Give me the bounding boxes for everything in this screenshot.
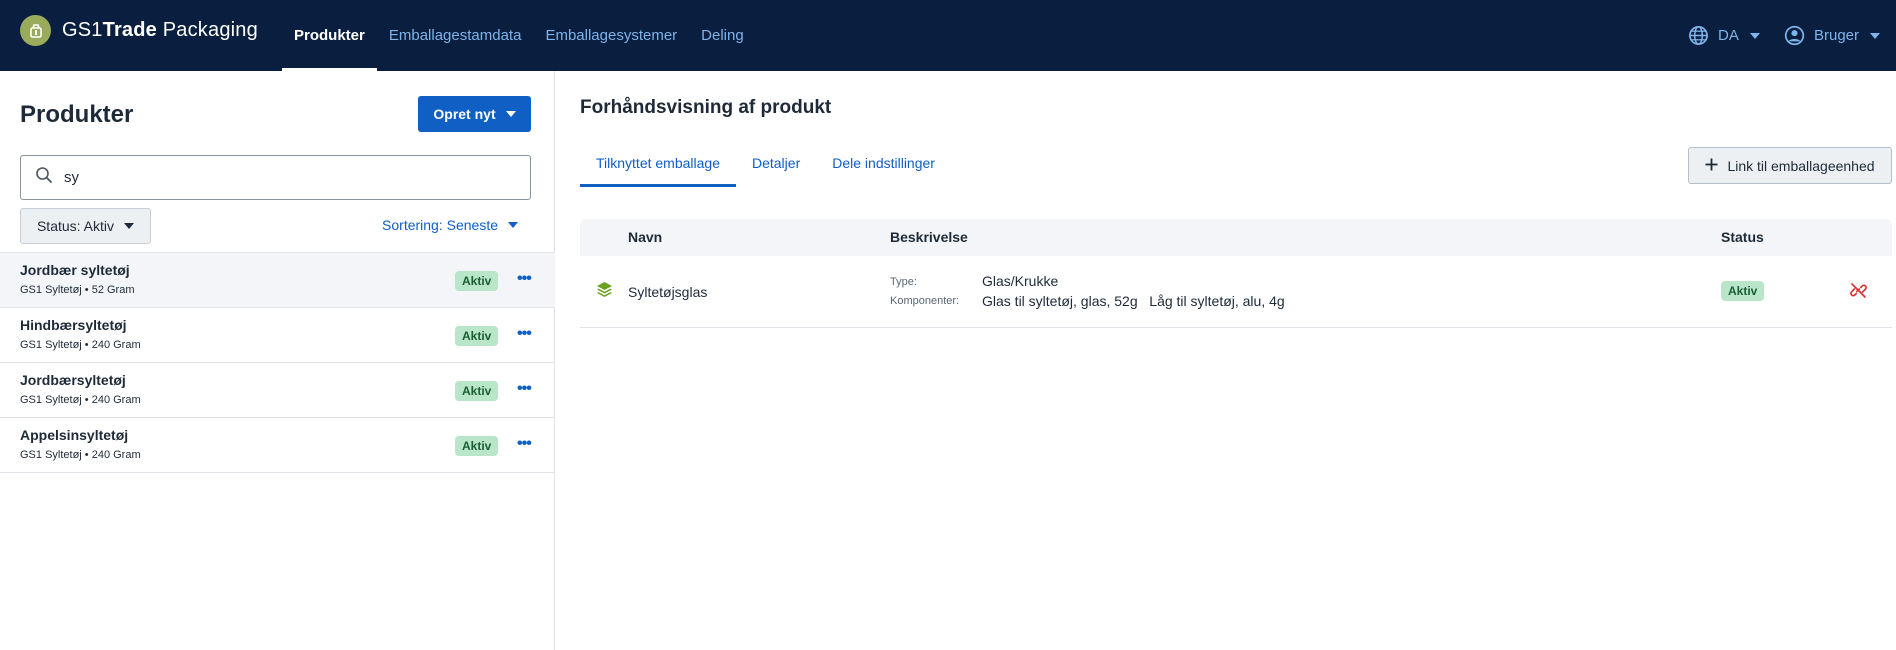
language-selector[interactable]: DA — [1688, 0, 1760, 71]
components-value: Glas til syltetøj, glas, 52g Låg til syl… — [982, 293, 1285, 309]
create-new-button[interactable]: Opret nyt — [418, 96, 531, 132]
search-icon — [35, 166, 53, 189]
product-name: Jordbær syltetøj — [20, 262, 130, 278]
link-packaging-button[interactable]: Link til emballageenhed — [1688, 147, 1892, 184]
status-badge: Aktiv — [1721, 281, 1765, 301]
product-list: Jordbær syltetøj GS1 Syltetøj • 52 Gram … — [0, 252, 555, 473]
packaging-name: Syltetøjsglas — [628, 284, 708, 300]
more-horizontal-icon[interactable]: ••• — [517, 270, 532, 288]
list-item[interactable]: Jordbærsyltetøj GS1 Syltetøj • 240 Gram … — [0, 363, 555, 418]
user-menu[interactable]: Bruger — [1784, 0, 1881, 71]
product-subtitle: GS1 Syltetøj • 240 Gram — [20, 394, 141, 406]
product-name: Appelsinsyltetøj — [20, 427, 129, 443]
type-label: Type: — [890, 276, 917, 288]
app-logo[interactable]: GS1Trade Packaging — [20, 15, 258, 46]
nav-emballagesystemer[interactable]: Emballagesystemer — [533, 0, 689, 71]
logo-suffix: Packaging — [156, 19, 258, 41]
search-input[interactable]: sy — [20, 155, 531, 200]
status-badge: Aktiv — [455, 271, 499, 291]
create-new-label: Opret nyt — [433, 106, 496, 122]
user-icon — [1784, 25, 1805, 46]
top-navigation-bar: GS1Trade Packaging Produkter Emballagest… — [0, 0, 1896, 71]
more-horizontal-icon[interactable]: ••• — [517, 380, 532, 398]
logo-bold: Trade — [102, 19, 157, 41]
link-packaging-label: Link til emballageenhed — [1727, 157, 1875, 174]
preview-tabs: Tilknyttet emballage Detaljer Dele indst… — [580, 145, 951, 187]
more-horizontal-icon[interactable]: ••• — [517, 435, 532, 453]
status-filter-button[interactable]: Status: Aktiv — [20, 208, 151, 244]
sort-dropdown[interactable]: Sortering: Seneste — [382, 217, 518, 233]
column-header-name: Navn — [628, 229, 663, 245]
table-header: Navn Beskrivelse Status — [580, 219, 1892, 256]
main-nav: Produkter Emballagestamdata Emballagesys… — [282, 0, 756, 71]
components-label: Komponenter: — [890, 295, 960, 307]
globe-icon — [1688, 25, 1709, 46]
status-badge: Aktiv — [455, 381, 499, 401]
list-item[interactable]: Jordbær syltetøj GS1 Syltetøj • 52 Gram … — [0, 253, 555, 308]
sort-label: Sortering: Seneste — [382, 217, 498, 233]
nav-deling[interactable]: Deling — [689, 0, 756, 71]
page-title: Produkter — [20, 101, 134, 128]
language-label: DA — [1718, 27, 1739, 44]
product-subtitle: GS1 Syltetøj • 52 Gram — [20, 284, 135, 296]
column-header-description: Beskrivelse — [890, 229, 968, 245]
products-panel: Produkter Opret nyt sy Status: Aktiv Sor… — [0, 71, 555, 650]
status-filter-label: Status: Aktiv — [36, 218, 115, 234]
type-value: Glas/Krukke — [982, 273, 1059, 289]
tab-detaljer[interactable]: Detaljer — [736, 145, 816, 187]
preview-title: Forhåndsvisning af produkt — [580, 97, 832, 118]
chevron-down-icon — [508, 222, 518, 228]
logo-prefix: GS1 — [62, 19, 103, 41]
status-badge: Aktiv — [455, 326, 499, 346]
chevron-down-icon — [1749, 32, 1760, 39]
tab-dele-indstillinger[interactable]: Dele indstillinger — [816, 145, 951, 187]
table-row[interactable]: Syltetøjsglas Type: Glas/Krukke Komponen… — [580, 256, 1892, 328]
list-item[interactable]: Hindbærsyltetøj GS1 Syltetøj • 240 Gram … — [0, 308, 555, 363]
nav-emballagestamdata[interactable]: Emballagestamdata — [377, 0, 534, 71]
gs1-logo-icon — [20, 15, 51, 46]
product-subtitle: GS1 Syltetøj • 240 Gram — [20, 339, 141, 351]
tab-tilknyttet-emballage[interactable]: Tilknyttet emballage — [580, 145, 736, 187]
more-horizontal-icon[interactable]: ••• — [517, 325, 532, 343]
app-name: GS1Trade Packaging — [62, 19, 258, 42]
status-badge: Aktiv — [455, 436, 499, 456]
layers-icon — [596, 281, 613, 303]
chevron-down-icon — [124, 223, 135, 229]
product-subtitle: GS1 Syltetøj • 240 Gram — [20, 449, 141, 461]
column-header-status: Status — [1721, 229, 1764, 245]
list-item[interactable]: Appelsinsyltetøj GS1 Syltetøj • 240 Gram… — [0, 418, 555, 473]
nav-produkter[interactable]: Produkter — [282, 0, 377, 71]
search-value: sy — [64, 169, 79, 186]
product-name: Jordbærsyltetøj — [20, 372, 126, 388]
user-label: Bruger — [1814, 27, 1860, 44]
chevron-down-icon — [505, 111, 516, 117]
plus-icon — [1705, 158, 1718, 174]
unlink-icon[interactable] — [1850, 282, 1867, 304]
chevron-down-icon — [1870, 32, 1881, 39]
product-name: Hindbærsyltetøj — [20, 317, 127, 333]
